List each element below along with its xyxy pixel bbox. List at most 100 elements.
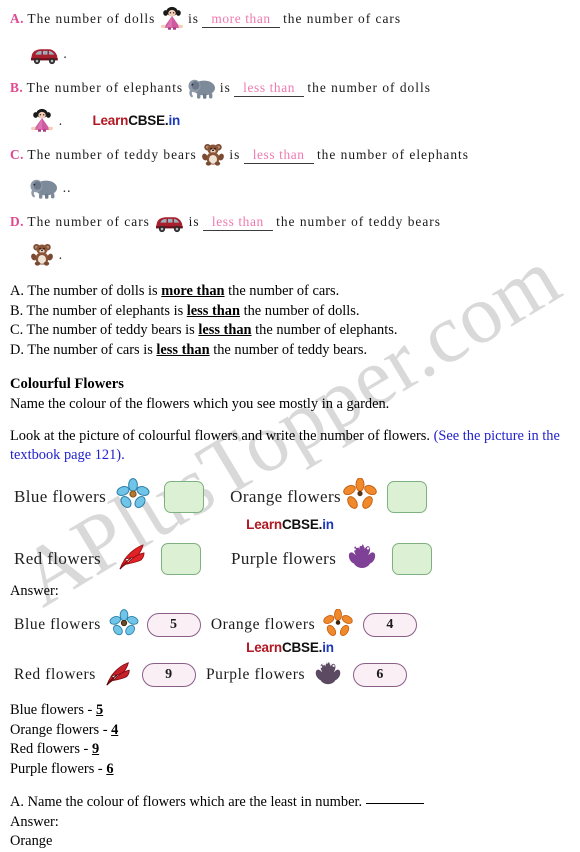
- typed-count-orange: Orange flowers - 4: [10, 721, 566, 741]
- typed-answer-suffix: the number of cars.: [224, 283, 340, 299]
- typed-answer-prefix: D. The number of cars is: [10, 341, 157, 358]
- question-blank-c[interactable]: less than: [243, 147, 314, 164]
- flower-label-red: Red flowers: [14, 666, 96, 683]
- question-blank-d[interactable]: less than: [202, 214, 273, 231]
- typed-answer-d: D. The number of cars is less than the n…: [10, 341, 566, 361]
- typed-answers-block: A. The number of dolls is more than the …: [0, 282, 580, 360]
- typed-count-value: 5: [95, 702, 104, 718]
- flowers-filled-row-2: Red flowers 9 Purple flowers 6: [14, 653, 566, 697]
- learncbse-watermark: LearnCBSE.in: [246, 640, 334, 655]
- brand-part-2: CBSE.: [281, 640, 323, 655]
- typed-count-value: 4: [111, 721, 119, 738]
- blue-flower-icon: [109, 608, 139, 642]
- count-pill-blue[interactable]: 5: [146, 613, 201, 637]
- question-a-block: A. Name the colour of flowers which are …: [0, 793, 580, 852]
- brand-part-1: Learn: [92, 113, 129, 128]
- typed-answer-prefix: B. The number of elephants is: [10, 302, 187, 319]
- worksheet-page: A. The number of dolls is more than the …: [0, 0, 580, 852]
- typed-counts-block: Blue flowers - 5 Orange flowers - 4 Red …: [0, 701, 580, 779]
- flower-label-purple: Purple flowers: [205, 666, 306, 683]
- purple-flower-icon: [313, 659, 343, 692]
- question-is: is: [188, 11, 200, 26]
- question-period: .: [63, 46, 68, 61]
- typed-answer-suffix: the number of teddy bears.: [209, 341, 368, 358]
- scanned-questions-block: A. The number of dolls is more than the …: [0, 0, 580, 278]
- blue-flower-icon: [116, 478, 150, 515]
- question-a-answer-value: Orange: [10, 833, 53, 849]
- flowers-instruction: Look at the picture of colourful flowers…: [0, 427, 580, 466]
- flowers-answer-label: Answer:: [10, 582, 59, 599]
- brand-part-3: in: [322, 516, 334, 532]
- question-period: .: [58, 113, 64, 128]
- flowers-blank-row-1: Blue flowers Orange flowers: [14, 474, 566, 520]
- question-is: is: [229, 147, 241, 162]
- learncbse-watermark: LearnCBSE.in: [92, 113, 180, 128]
- flowers-blank-rows-block: Blue flowers Orange flowers LearnCBSE.in…: [0, 466, 580, 584]
- scanned-question-a: A. The number of dolls is more than the …: [10, 6, 566, 74]
- answer-box-purple-flowers[interactable]: [392, 542, 433, 575]
- typed-answer-emphasis: less than: [198, 322, 252, 338]
- red-flower-icon: [117, 541, 149, 576]
- question-is: is: [219, 80, 231, 95]
- question-blank-b[interactable]: less than: [234, 80, 305, 97]
- typed-count-purple: Purple flowers - 6: [10, 760, 566, 780]
- typed-answer-emphasis: more than: [161, 283, 225, 299]
- teddy-bear-icon: [29, 242, 55, 275]
- brand-part-1: Learn: [246, 640, 282, 655]
- brand-part-3: in: [168, 113, 181, 128]
- question-period: .: [58, 247, 64, 262]
- question-text-before: The number of cars: [27, 214, 150, 229]
- orange-flower-icon: [323, 607, 353, 642]
- flower-label-orange: Orange flowers: [210, 616, 316, 633]
- typed-answer-c: C. The number of teddy bears is less tha…: [10, 321, 566, 341]
- brand-part-3: in: [322, 640, 334, 655]
- learncbse-watermark: LearnCBSE.in: [246, 517, 334, 532]
- question-text-after: the number of elephants: [316, 147, 469, 162]
- question-letter: A.: [10, 11, 25, 26]
- question-a-text: A. Name the colour of flowers which are …: [10, 793, 566, 813]
- flowers-instruction-black: Look at the picture of colourful flowers…: [10, 427, 430, 444]
- scanned-question-d: D. The number of cars is less than the n…: [10, 209, 566, 275]
- count-pill-red[interactable]: 9: [141, 663, 196, 687]
- answer-box-orange-flowers[interactable]: [387, 480, 428, 513]
- typed-count-label: Red flowers -: [10, 741, 92, 757]
- typed-count-red: Red flowers - 9: [10, 740, 566, 760]
- typed-answer-emphasis: less than: [186, 302, 240, 319]
- scanned-question-c: C. The number of teddy bears is less tha…: [10, 142, 566, 208]
- brand-part-2: CBSE.: [281, 516, 323, 532]
- brand-part-1: Learn: [246, 516, 282, 532]
- answer-box-red-flowers[interactable]: [161, 542, 202, 575]
- question-blank-a[interactable]: more than: [202, 11, 280, 28]
- question-text-after: the number of teddy bears: [276, 214, 441, 229]
- orange-flower-icon: [343, 477, 377, 515]
- question-a-blank[interactable]: [365, 803, 424, 804]
- flower-label-blue: Blue flowers: [14, 616, 101, 633]
- question-text-before: The number of teddy bears: [27, 147, 197, 162]
- answer-box-blue-flowers[interactable]: [164, 480, 205, 513]
- typed-count-value: 6: [106, 760, 114, 777]
- typed-answer-suffix: the number of elephants.: [251, 322, 398, 338]
- car-icon: [153, 213, 185, 242]
- typed-answer-a: A. The number of dolls is more than the …: [10, 282, 566, 302]
- flower-label-orange: Orange flowers: [230, 486, 342, 506]
- count-pill-orange[interactable]: 4: [363, 613, 418, 637]
- typed-answer-suffix: the number of dolls.: [239, 302, 360, 319]
- flowers-intro-text: Name the colour of the flowers which you…: [10, 396, 390, 412]
- elephant-icon: [29, 178, 59, 208]
- typed-answer-emphasis: less than: [156, 341, 210, 358]
- doll-icon: [29, 108, 55, 141]
- question-letter: B.: [10, 80, 24, 95]
- typed-count-label: Orange flowers -: [10, 721, 112, 738]
- scanned-question-b: B. The number of elephants is less than …: [10, 75, 566, 141]
- teddy-bear-icon: [200, 142, 226, 175]
- typed-answer-b: B. The number of elephants is less than …: [10, 302, 566, 322]
- brand-part-2: CBSE.: [128, 113, 169, 128]
- purple-flower-icon: [346, 541, 378, 576]
- doll-icon: [159, 6, 185, 39]
- flower-label-blue: Blue flowers: [14, 486, 107, 506]
- count-pill-purple[interactable]: 6: [353, 663, 408, 687]
- question-period: ..: [62, 180, 72, 195]
- question-text-before: The number of dolls: [27, 11, 156, 26]
- typed-count-label: Purple flowers -: [10, 760, 107, 777]
- question-text-after: the number of dolls: [307, 80, 431, 95]
